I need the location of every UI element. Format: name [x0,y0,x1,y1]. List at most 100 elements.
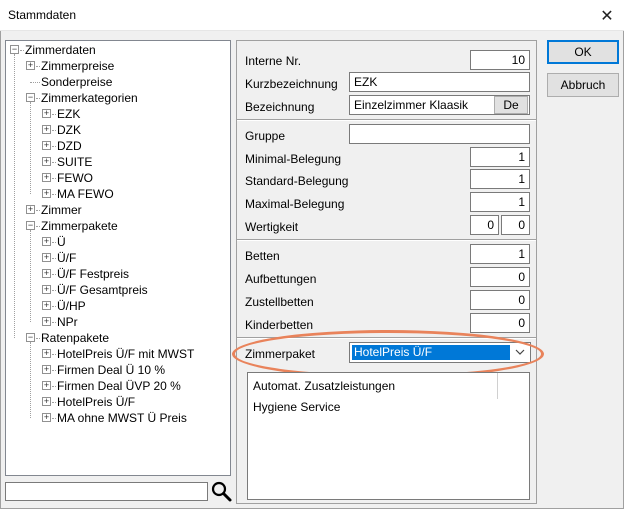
tree-item[interactable]: + Firmen Deal ÜVP 20 % [6,378,230,394]
chevron-down-icon[interactable] [512,345,528,360]
list-item[interactable]: Hygiene Service [253,400,340,414]
tree-item-label: Sonderpreise [41,75,113,89]
betten-label: Betten [245,249,280,263]
expand-icon[interactable]: + [42,269,51,278]
tree-item[interactable]: + SUITE [6,154,230,170]
separator [237,337,536,339]
tree-item-label: Ü/F Festpreis [57,267,130,281]
tree-item[interactable]: − Zimmerpakete [6,218,230,234]
tree-item[interactable]: Sonderpreise [6,74,230,90]
expand-icon[interactable]: + [26,61,35,70]
tree-connector [52,162,56,163]
expand-icon[interactable]: + [42,349,51,358]
tree-item[interactable]: + Ü/F [6,250,230,266]
collapse-icon[interactable]: − [26,221,35,230]
maximal-belegung-label: Maximal-Belegung [245,197,345,211]
expand-icon[interactable]: + [42,157,51,166]
expand-icon[interactable]: + [42,301,51,310]
tree-item[interactable]: + Ü/F Gesamtpreis [6,282,230,298]
collapse-icon[interactable]: − [26,333,35,342]
tree-item-label: Firmen Deal ÜVP 20 % [57,379,181,393]
column-separator [497,373,498,399]
wertigkeit-label: Wertigkeit [245,220,299,234]
ok-button[interactable]: OK [547,40,619,64]
expand-icon[interactable]: + [42,397,51,406]
zimmerpaket-label: Zimmerpaket [245,347,316,361]
maximal-belegung-field[interactable]: 1 [470,192,530,212]
tree-item[interactable]: − Ratenpakete [6,330,230,346]
extras-listbox[interactable]: Automat. Zusatzleistungen Hygiene Servic… [247,372,530,500]
kurzbezeichnung-field[interactable]: EZK [349,72,530,92]
search-icon[interactable] [209,480,233,504]
expand-icon[interactable]: + [42,173,51,182]
tree-item[interactable]: − Zimmerkategorien [6,90,230,106]
zustellbetten-field[interactable]: 0 [470,290,530,310]
tree-item-label: NPr [57,315,78,329]
tree-item[interactable]: + EZK [6,106,230,122]
expand-icon[interactable]: + [42,381,51,390]
expand-icon[interactable]: + [42,141,51,150]
expand-icon[interactable]: + [26,205,35,214]
gruppe-field[interactable] [349,124,530,144]
tree-connector [52,146,56,147]
tree-item[interactable]: + Firmen Deal Ü 10 % [6,362,230,378]
expand-icon[interactable]: + [42,413,51,422]
expand-icon[interactable]: + [42,125,51,134]
collapse-icon[interactable]: − [10,45,19,54]
tree-item[interactable]: + MA FEWO [6,186,230,202]
tree-item[interactable]: + Ü [6,234,230,250]
zimmerpaket-selected-value: HotelPreis Ü/F [352,345,510,360]
collapse-icon[interactable]: − [26,93,35,102]
search-input[interactable] [5,482,208,501]
tree-item[interactable]: + HotelPreis Ü/F [6,394,230,410]
tree-connector [52,402,56,403]
tree-item[interactable]: + Ü/F Festpreis [6,266,230,282]
tree-item[interactable]: + NPr [6,314,230,330]
tree-item-label: SUITE [57,155,93,169]
expand-icon[interactable]: + [42,237,51,246]
tree-item-label: DZK [57,123,81,137]
tree-connector [52,242,56,243]
expand-icon[interactable]: + [42,109,51,118]
tree-item[interactable]: + DZK [6,122,230,138]
wertigkeit-field-1[interactable]: 0 [470,215,499,235]
wertigkeit-field-2[interactable]: 0 [501,215,530,235]
tree-item[interactable]: + HotelPreis Ü/F mit MWST [6,346,230,362]
tree-item[interactable]: + MA ohne MWST Ü Preis [6,410,230,426]
expand-icon[interactable]: + [42,317,51,326]
expand-icon[interactable]: + [42,253,51,262]
tree-item[interactable]: + FEWO [6,170,230,186]
tree-connector [36,210,40,211]
expand-icon[interactable]: + [42,285,51,294]
category-tree[interactable]: − Zimmerdaten + Zimmerpreise Sonderpreise − Zi… [5,40,231,476]
separator [237,119,536,121]
minimal-belegung-field[interactable]: 1 [470,147,530,167]
interne-nr-field[interactable]: 10 [470,50,530,70]
tree-item-label: MA FEWO [57,187,114,201]
aufbettungen-field[interactable]: 0 [470,267,530,287]
tree-item[interactable]: + Zimmer [6,202,230,218]
zimmerpaket-dropdown[interactable]: HotelPreis Ü/F [349,342,531,363]
close-button[interactable]: ✕ [590,0,624,31]
tree-item[interactable]: + Zimmerpreise [6,58,230,74]
tree-guide-line [14,54,15,338]
tree-item-label: Zimmerdaten [25,43,96,57]
tree-item-label: Zimmerkategorien [41,91,138,105]
abbruch-button[interactable]: Abbruch [547,73,619,97]
language-button[interactable]: De [494,96,528,114]
tree-item[interactable]: + Ü/HP [6,298,230,314]
tree-item[interactable]: + DZD [6,138,230,154]
interne-nr-label: Interne Nr. [245,54,302,68]
tree-connector [52,178,56,179]
tree-item-label: Zimmer [41,203,82,217]
list-item[interactable]: Automat. Zusatzleistungen [253,379,395,393]
tree-item-label: Ü/F Gesamtpreis [57,283,148,297]
standard-belegung-field[interactable]: 1 [470,169,530,189]
kinderbetten-field[interactable]: 0 [470,313,530,333]
expand-icon[interactable]: + [42,189,51,198]
tree-item-label: Ü/HP [57,299,86,313]
tree-item[interactable]: − Zimmerdaten [6,42,230,58]
expand-icon[interactable]: + [42,365,51,374]
bezeichnung-label: Bezeichnung [245,100,315,114]
betten-field[interactable]: 1 [470,244,530,264]
